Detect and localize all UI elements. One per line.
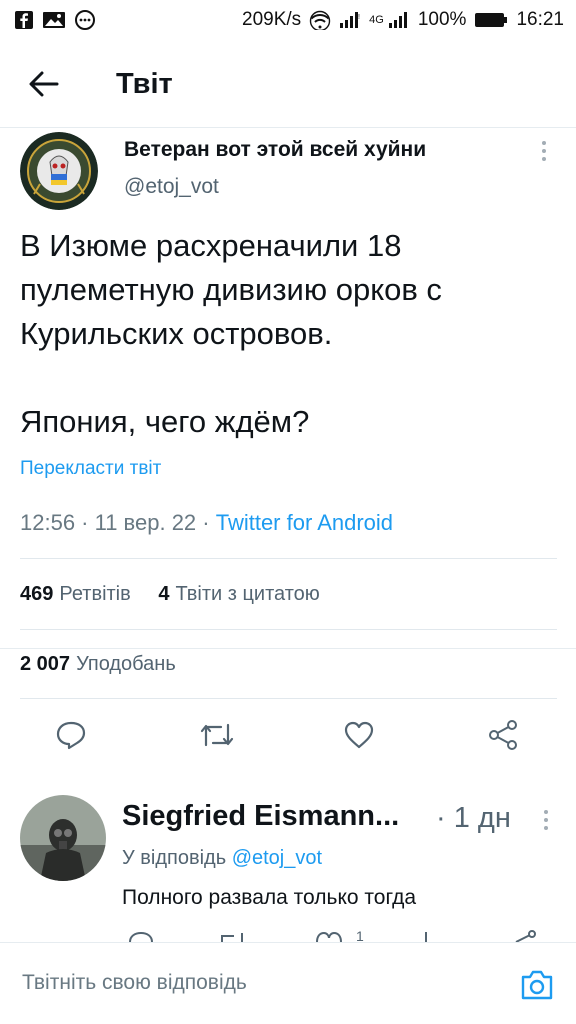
tweet-meta: 12:56 · 11 вер. 22 · Twitter for Android [20, 510, 393, 536]
share-button[interactable] [478, 710, 528, 760]
reply-actions-peek: 1 [0, 930, 576, 942]
reply-to-mention[interactable]: @etoj_vot [232, 847, 322, 869]
divider [20, 629, 557, 630]
retweet-button[interactable] [192, 710, 242, 760]
retweets-count: 469 [20, 583, 54, 605]
likes-stats-row: 2 007 Уподобань [20, 653, 176, 676]
reply-input[interactable] [22, 961, 492, 1005]
likes-label: Уподобань [76, 653, 176, 675]
tweet-actions [0, 710, 576, 770]
reply-text: Полного развала только тогда [122, 886, 417, 909]
translate-tweet-link[interactable]: Перекласти твіт [20, 458, 161, 480]
reply-author-avatar[interactable] [20, 795, 106, 881]
retweets-stat[interactable]: 469 Ретвітів [20, 583, 131, 605]
camera-button[interactable] [516, 965, 558, 1005]
reply-more-button[interactable] [534, 805, 558, 835]
reply-to-label: У відповідь [122, 847, 227, 869]
tweet-source-link[interactable]: Twitter for Android [216, 510, 393, 535]
reply-icon [129, 931, 153, 942]
reply-to-line: У відповідь @etoj_vot [122, 847, 322, 870]
quotes-stat[interactable]: 4 Твіти з цитатою [158, 583, 319, 605]
reply-icon [56, 721, 86, 750]
retweet-icon [200, 723, 234, 747]
like-icon [344, 721, 374, 749]
reply-button[interactable] [46, 710, 96, 760]
reply-timestamp: · 1 дн [436, 802, 511, 834]
likes-stat[interactable]: 2 007 Уподобань [20, 653, 176, 675]
reply-author-name[interactable]: Siegfried Eismann... [122, 800, 399, 833]
section-divider [0, 648, 576, 649]
retweets-label: Ретвітів [59, 583, 131, 605]
divider [20, 558, 557, 559]
like-button[interactable] [334, 710, 384, 760]
quotes-label: Твіти з цитатою [175, 583, 320, 605]
divider [20, 698, 557, 699]
reply-tweet[interactable]: Siegfried Eismann... · 1 дн У відповідь … [0, 0, 576, 909]
like-icon [316, 931, 342, 942]
reply-like-count: 1 [356, 930, 364, 942]
likes-count: 2 007 [20, 653, 71, 675]
reply-compose-bar [0, 942, 576, 1024]
analytics-icon [425, 932, 427, 942]
retweet-icon [221, 933, 243, 942]
retweet-stats-row: 469 Ретвітів 4 Твіти з цитатою [20, 583, 320, 606]
more-vertical-icon [544, 810, 548, 814]
camera-icon [521, 970, 553, 1000]
tweet-timestamp: 12:56 · 11 вер. 22 · [20, 510, 216, 535]
share-icon [515, 930, 536, 942]
share-icon [489, 720, 517, 750]
tweet-text-paragraph: Япония, чего ждём? [20, 404, 310, 439]
quotes-count: 4 [158, 583, 170, 605]
